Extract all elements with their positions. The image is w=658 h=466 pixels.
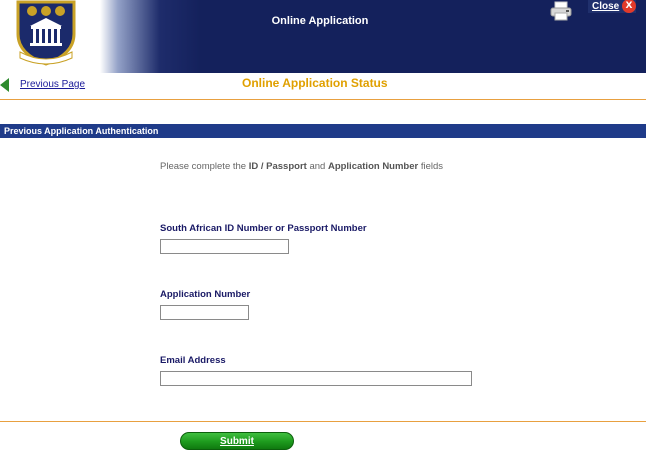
divider-top bbox=[0, 99, 646, 100]
form-instruction: Please complete the ID / Passport and Ap… bbox=[160, 161, 444, 172]
id-number-label: South African ID Number or Passport Numb… bbox=[160, 223, 367, 234]
instruction-id-emphasis: ID / Passport bbox=[248, 161, 307, 172]
university-crest-icon bbox=[16, 0, 76, 66]
email-field[interactable] bbox=[160, 371, 472, 386]
close-icon: X bbox=[622, 0, 636, 13]
email-address-label: Email Address bbox=[160, 355, 226, 366]
close-button[interactable]: Close X bbox=[588, 0, 636, 13]
back-arrow-icon[interactable] bbox=[0, 78, 9, 92]
banner-title: Online Application bbox=[271, 15, 369, 27]
header-banner: Online Application Close X bbox=[0, 0, 646, 73]
application-number-field[interactable] bbox=[160, 305, 249, 320]
printer-icon[interactable] bbox=[550, 1, 572, 21]
page-title: Online Application Status bbox=[242, 76, 388, 90]
divider-bottom bbox=[0, 421, 646, 422]
id-number-field[interactable] bbox=[160, 239, 289, 254]
application-number-label: Application Number bbox=[160, 289, 251, 300]
submit-button[interactable]: Submit bbox=[180, 432, 294, 450]
section-header: Previous Application Authentication bbox=[0, 124, 646, 138]
close-label: Close bbox=[592, 1, 620, 12]
instruction-app-emphasis: Application Number bbox=[327, 161, 419, 172]
previous-page-link[interactable]: Previous Page bbox=[20, 79, 85, 90]
